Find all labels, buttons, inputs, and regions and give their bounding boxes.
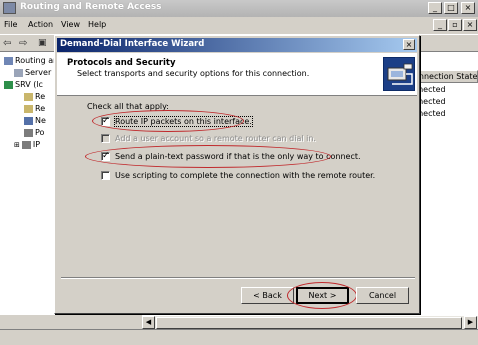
mdi-restore-icon[interactable]: ▫ bbox=[448, 19, 462, 31]
network-icon bbox=[24, 116, 33, 125]
app-icon bbox=[3, 2, 16, 14]
minimize-icon[interactable]: _ bbox=[428, 2, 442, 14]
header-subtitle: Select transports and security options f… bbox=[77, 69, 310, 78]
wizard-network-icon bbox=[383, 57, 415, 91]
window-title: Routing and Remote Access bbox=[20, 2, 162, 12]
tree-item-ip[interactable]: ⊞ IP bbox=[14, 140, 40, 149]
menu-bar: File Action View Help _ ▫ × bbox=[0, 17, 478, 34]
maximize-icon[interactable]: □ bbox=[444, 2, 458, 14]
main-titlebar: Routing and Remote Access _ □ × bbox=[0, 0, 478, 17]
server-icon bbox=[14, 68, 23, 77]
tree-item-srv[interactable]: SRV (lc bbox=[4, 80, 43, 89]
dialog-separator bbox=[61, 277, 415, 279]
server-status-icon bbox=[4, 80, 13, 89]
mdi-close-icon[interactable]: × bbox=[463, 19, 477, 31]
header-title: Protocols and Security bbox=[67, 58, 176, 68]
annotation-ellipse bbox=[85, 145, 331, 168]
close-icon[interactable]: × bbox=[461, 2, 475, 14]
use-scripting-label[interactable]: Use scripting to complete the connection… bbox=[115, 171, 375, 180]
ports-icon bbox=[24, 128, 33, 137]
tree-item-re1[interactable]: Re bbox=[24, 92, 45, 101]
annotation-ellipse bbox=[92, 110, 244, 132]
close-icon[interactable]: × bbox=[403, 39, 415, 50]
dialog-title: Demand-Dial Interface Wizard bbox=[60, 39, 205, 49]
menu-view[interactable]: View bbox=[61, 20, 80, 29]
add-user-account-label: Add a user account so a remote router ca… bbox=[115, 134, 316, 143]
tree-item-ports[interactable]: Po bbox=[24, 128, 44, 137]
scroll-thumb[interactable] bbox=[156, 317, 462, 329]
menu-action[interactable]: Action bbox=[28, 20, 53, 29]
computer-icon bbox=[4, 56, 13, 65]
protocol-icon bbox=[21, 140, 31, 149]
scroll-right-icon[interactable]: ▶ bbox=[464, 316, 477, 329]
wizard-header: Protocols and Security Select transports… bbox=[57, 53, 417, 96]
expand-icon[interactable]: ⊞ bbox=[14, 141, 20, 149]
scroll-left-icon[interactable]: ◀ bbox=[142, 316, 155, 329]
back-arrow-icon[interactable]: ⇦ bbox=[3, 38, 11, 49]
menu-file[interactable]: File bbox=[4, 20, 17, 29]
up-folder-icon[interactable]: ▣ bbox=[38, 38, 47, 49]
horizontal-scrollbar[interactable]: ◀ ▶ bbox=[142, 315, 478, 329]
menu-help[interactable]: Help bbox=[88, 20, 106, 29]
folder-icon bbox=[24, 92, 33, 101]
use-scripting-checkbox[interactable] bbox=[101, 171, 110, 180]
column-header-connection-state[interactable]: onnection State bbox=[412, 70, 478, 83]
mdi-minimize-icon[interactable]: _ bbox=[433, 19, 447, 31]
annotation-ellipse bbox=[287, 282, 357, 309]
tree-item-network-interfaces[interactable]: Ne bbox=[24, 116, 46, 125]
tree-item-routing[interactable]: Routing an bbox=[4, 56, 58, 65]
dialog-titlebar: Demand-Dial Interface Wizard × bbox=[57, 38, 417, 52]
folder-icon bbox=[24, 104, 33, 113]
tree-item-re2[interactable]: Re bbox=[24, 104, 45, 113]
status-bar bbox=[0, 329, 478, 345]
console-tree: Routing an Server SRV (lc Re Re Ne Po ⊞ I… bbox=[0, 53, 60, 315]
wizard-dialog: Demand-Dial Interface Wizard × Protocols… bbox=[54, 35, 420, 314]
add-user-account-checkbox bbox=[101, 134, 110, 143]
tree-scrollbar-area bbox=[0, 315, 142, 329]
forward-arrow-icon[interactable]: ⇨ bbox=[19, 38, 27, 49]
cancel-button[interactable]: Cancel bbox=[356, 287, 409, 304]
tree-item-server[interactable]: Server bbox=[14, 68, 51, 77]
